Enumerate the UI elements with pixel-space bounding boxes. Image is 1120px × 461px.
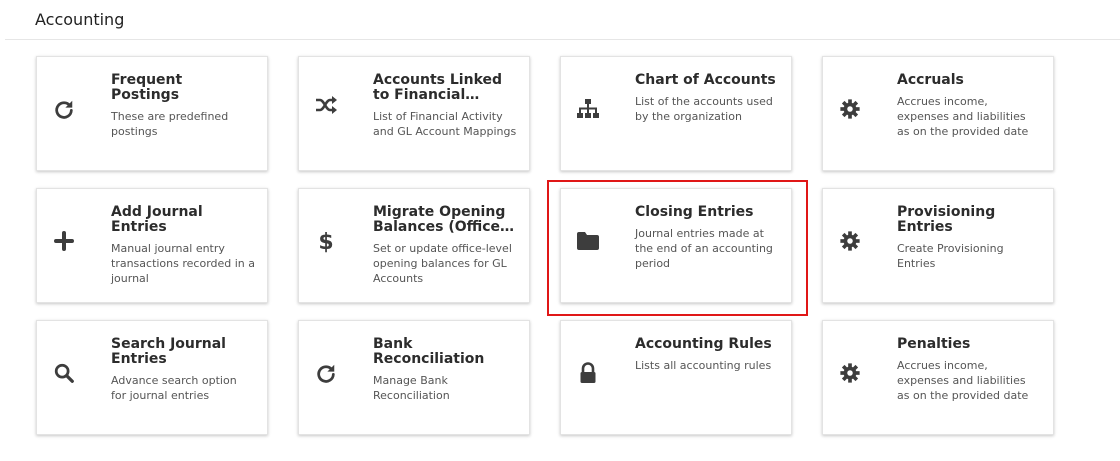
- card-title: Migrate Opening Balances (Office-wise): [373, 205, 506, 235]
- gear-icon: [838, 361, 862, 385]
- card-text: Frequent Postings These are predefined po…: [111, 73, 255, 139]
- card-text: Accounting Rules Lists all accounting rul…: [635, 337, 779, 373]
- card-description: Journal entries made at the end of an ac…: [635, 227, 773, 270]
- card-description: Manage Bank Reconciliation: [373, 374, 450, 402]
- card-accruals[interactable]: Accruals Accrues income, expenses and lia…: [822, 56, 1054, 171]
- card-chart-of-accounts[interactable]: Chart of Accounts List of the accounts us…: [560, 56, 792, 171]
- card-search-journal-entries[interactable]: Search Journal Entries Advance search opt…: [36, 320, 268, 435]
- card-text: Accruals Accrues income, expenses and lia…: [897, 73, 1041, 139]
- card-text: Closing Entries Journal entries made at t…: [635, 205, 779, 271]
- card-description: Create Provisioning Entries: [897, 242, 1004, 270]
- card-text: Migrate Opening Balances (Office-wise) Se…: [373, 205, 517, 286]
- card-title: Add Journal Entries: [111, 205, 203, 235]
- card-title: Accruals: [897, 73, 964, 88]
- gear-icon: [838, 97, 862, 121]
- title-divider: [5, 39, 1120, 40]
- card-title: Provisioning Entries: [897, 205, 996, 235]
- card-title: Closing Entries: [635, 205, 754, 220]
- card-title: Accounting Rules: [635, 337, 772, 352]
- shuffle-icon: [314, 93, 338, 117]
- card-title: Penalties: [897, 337, 971, 352]
- card-description: These are predefined postings: [111, 110, 229, 138]
- card-text: Add Journal Entries Manual journal entry …: [111, 205, 255, 286]
- card-add-journal-entries[interactable]: Add Journal Entries Manual journal entry …: [36, 188, 268, 303]
- card-provisioning-entries[interactable]: Provisioning Entries Create Provisioning …: [822, 188, 1054, 303]
- refresh-icon: [314, 361, 338, 385]
- card-description: Set or update office-level opening balan…: [373, 242, 512, 285]
- plus-icon: [52, 229, 76, 253]
- gear-icon: [838, 229, 862, 253]
- search-icon: [52, 361, 76, 385]
- card-title: Chart of Accounts: [635, 73, 776, 88]
- card-description: Accrues income, expenses and liabilities…: [897, 359, 1029, 402]
- lock-icon: [576, 361, 600, 385]
- card-penalties[interactable]: Penalties Accrues income, expenses and li…: [822, 320, 1054, 435]
- card-title: Frequent Postings: [111, 73, 183, 103]
- card-title: Search Journal Entries: [111, 337, 226, 367]
- card-text: Provisioning Entries Create Provisioning …: [897, 205, 1041, 271]
- card-frequent-postings[interactable]: Frequent Postings These are predefined po…: [36, 56, 268, 171]
- refresh-icon: [52, 97, 76, 121]
- card-title: Bank Reconciliation: [373, 337, 485, 367]
- card-accounting-rules[interactable]: Accounting Rules Lists all accounting rul…: [560, 320, 792, 435]
- card-migrate-opening-balances-office-wise[interactable]: $ Migrate Opening Balances (Office-wise) S…: [298, 188, 530, 303]
- folder-icon: [576, 229, 600, 253]
- card-description: List of the accounts used by the organiz…: [635, 95, 773, 123]
- card-text: Search Journal Entries Advance search opt…: [111, 337, 255, 403]
- dollar-icon: $: [314, 229, 338, 254]
- card-text: Chart of Accounts List of the accounts us…: [635, 73, 779, 124]
- card-text: Penalties Accrues income, expenses and li…: [897, 337, 1041, 403]
- card-text: Accounts Linked to Financial Activities L…: [373, 73, 517, 139]
- card-description: List of Financial Activity and GL Accoun…: [373, 110, 517, 138]
- svg-text:$: $: [318, 230, 333, 254]
- card-description: Lists all accounting rules: [635, 359, 772, 372]
- card-description: Manual journal entry transactions record…: [111, 242, 256, 285]
- card-title: Accounts Linked to Financial Activities: [373, 73, 503, 103]
- card-accounts-linked-to-financial-activities[interactable]: Accounts Linked to Financial Activities L…: [298, 56, 530, 171]
- card-bank-reconciliation[interactable]: Bank Reconciliation Manage Bank Reconcili…: [298, 320, 530, 435]
- card-description: Accrues income, expenses and liabilities…: [897, 95, 1029, 138]
- page-title: Accounting: [35, 10, 125, 29]
- sitemap-icon: [576, 97, 600, 121]
- card-description: Advance search option for journal entrie…: [111, 374, 237, 402]
- card-text: Bank Reconciliation Manage Bank Reconcili…: [373, 337, 517, 403]
- card-closing-entries[interactable]: Closing Entries Journal entries made at t…: [560, 188, 792, 303]
